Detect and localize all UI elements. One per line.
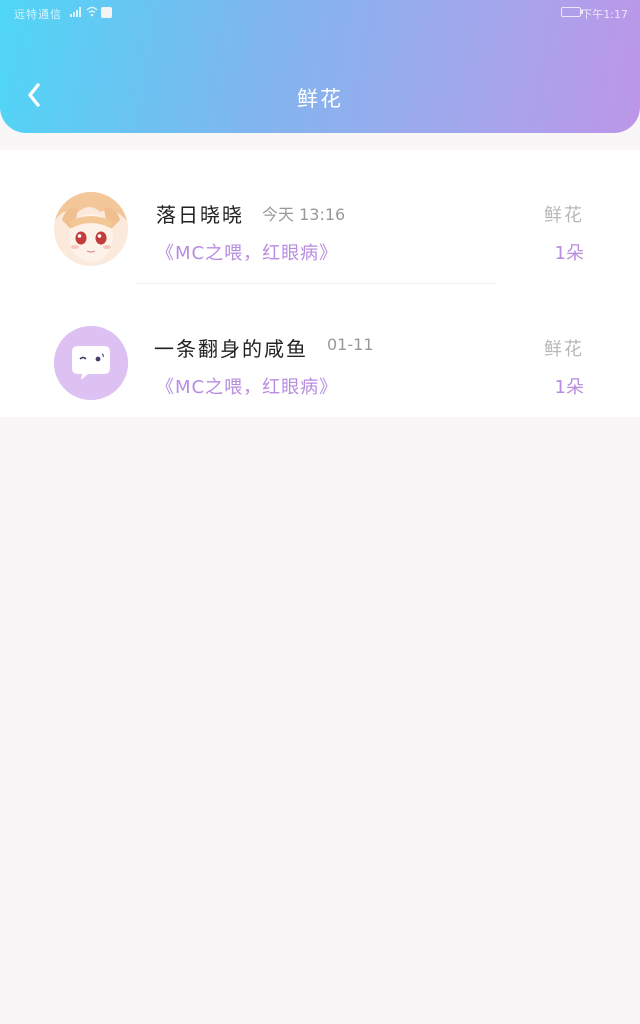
- status-clock: 下午1:17: [581, 8, 628, 21]
- gift-type-label: 鲜花: [544, 205, 584, 226]
- header: 远特通信 下午1:17 鲜花: [0, 0, 640, 133]
- page-title: 鲜花: [297, 87, 343, 111]
- anime-girl-avatar-icon: [54, 192, 128, 266]
- list-item[interactable]: 落日晓晓 今天 13:16 《MC之喂，红眼病》 鲜花 1朵: [0, 150, 640, 284]
- wifi-icon: [86, 6, 98, 17]
- chat-bubble-face-icon: [54, 326, 128, 400]
- avatar[interactable]: [54, 192, 128, 266]
- list-item[interactable]: 一条翻身的咸鱼 01-11 《MC之喂，红眼病》 鲜花 1朵: [0, 284, 640, 404]
- work-title-link[interactable]: 《MC之喂，红眼病》: [156, 239, 338, 265]
- flower-record-list: 落日晓晓 今天 13:16 《MC之喂，红眼病》 鲜花 1朵 一条翻身的咸鱼 0…: [0, 150, 640, 417]
- gift-type-label: 鲜花: [544, 339, 584, 360]
- status-bar: 远特通信 下午1:17: [0, 0, 640, 26]
- work-title-link[interactable]: 《MC之喂，红眼病》: [156, 373, 338, 399]
- avatar[interactable]: [54, 326, 128, 400]
- sender-name: 一条翻身的咸鱼: [154, 337, 308, 361]
- record-time: 今天 13:16: [262, 205, 346, 224]
- gift-count: 1朵: [554, 243, 584, 264]
- carrier-name: 远特通信: [14, 8, 62, 21]
- sender-name: 落日晓晓: [156, 203, 244, 227]
- battery-icon: [561, 7, 583, 17]
- gift-count: 1朵: [554, 377, 584, 398]
- signal-icon: [70, 7, 81, 17]
- notification-app-icon: [101, 7, 112, 18]
- record-time: 01-11: [327, 335, 374, 354]
